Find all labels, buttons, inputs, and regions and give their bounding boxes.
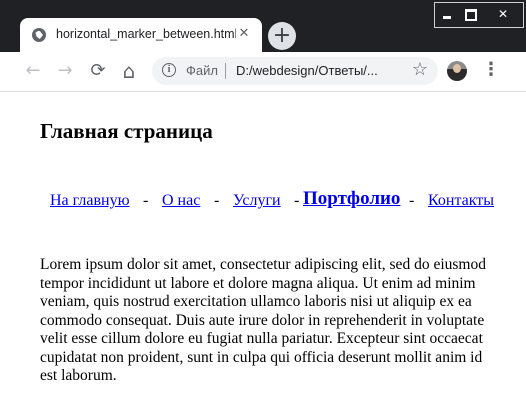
page-content: Главная страница На главную - О нас - Ус… xyxy=(0,92,526,400)
file-scheme-label: Файл xyxy=(186,63,218,78)
tab-active[interactable]: horizontal_marker_between.html ✕ xyxy=(20,18,262,52)
profile-avatar[interactable] xyxy=(447,61,467,81)
nav-separator: - xyxy=(409,192,415,209)
info-icon[interactable]: i xyxy=(162,63,176,77)
forward-arrow-icon[interactable]: → xyxy=(53,59,77,83)
tab-title: horizontal_marker_between.html xyxy=(56,27,236,41)
nav-separator: - xyxy=(143,192,149,209)
nav-link-about[interactable]: О нас xyxy=(162,192,200,210)
url-text[interactable]: D:/webdesign/Ответы/... xyxy=(236,63,406,78)
nav-separator: - xyxy=(294,192,300,209)
close-window-button[interactable]: ✕ xyxy=(483,3,523,25)
omnibox-divider xyxy=(225,63,226,79)
body-paragraph: Lorem ipsum dolor sit amet, consectetur … xyxy=(40,256,486,384)
back-arrow-icon[interactable]: ← xyxy=(21,59,45,83)
nav-link-home[interactable]: На главную xyxy=(50,192,130,210)
browser-window: horizontal_marker_between.html ✕ + ✕ ← →… xyxy=(0,0,526,400)
maximize-button[interactable] xyxy=(459,3,483,25)
kebab-menu-icon[interactable]: ⋮ xyxy=(482,58,500,82)
minimize-button[interactable] xyxy=(435,3,459,25)
nav-link-contacts[interactable]: Контакты xyxy=(428,192,494,210)
nav-link-portfolio[interactable]: Портфолио xyxy=(303,188,400,210)
globe-icon xyxy=(32,28,46,42)
window-controls: ✕ xyxy=(434,2,524,28)
nav-separator: - xyxy=(214,192,220,209)
nav-menu: На главную - О нас - Услуги - Портфолио … xyxy=(0,188,526,214)
nav-link-services[interactable]: Услуги xyxy=(233,192,281,210)
bookmark-star-icon[interactable]: ☆ xyxy=(408,58,432,82)
reload-icon[interactable]: ⟳ xyxy=(86,59,110,83)
home-icon[interactable]: ⌂ xyxy=(117,59,141,83)
tab-strip: horizontal_marker_between.html ✕ + ✕ xyxy=(0,0,526,52)
address-bar[interactable]: i Файл D:/webdesign/Ответы/... xyxy=(152,57,438,85)
close-tab-icon[interactable]: ✕ xyxy=(236,26,252,42)
new-tab-button[interactable]: + xyxy=(268,22,296,50)
page-title: Главная страница xyxy=(40,119,213,143)
